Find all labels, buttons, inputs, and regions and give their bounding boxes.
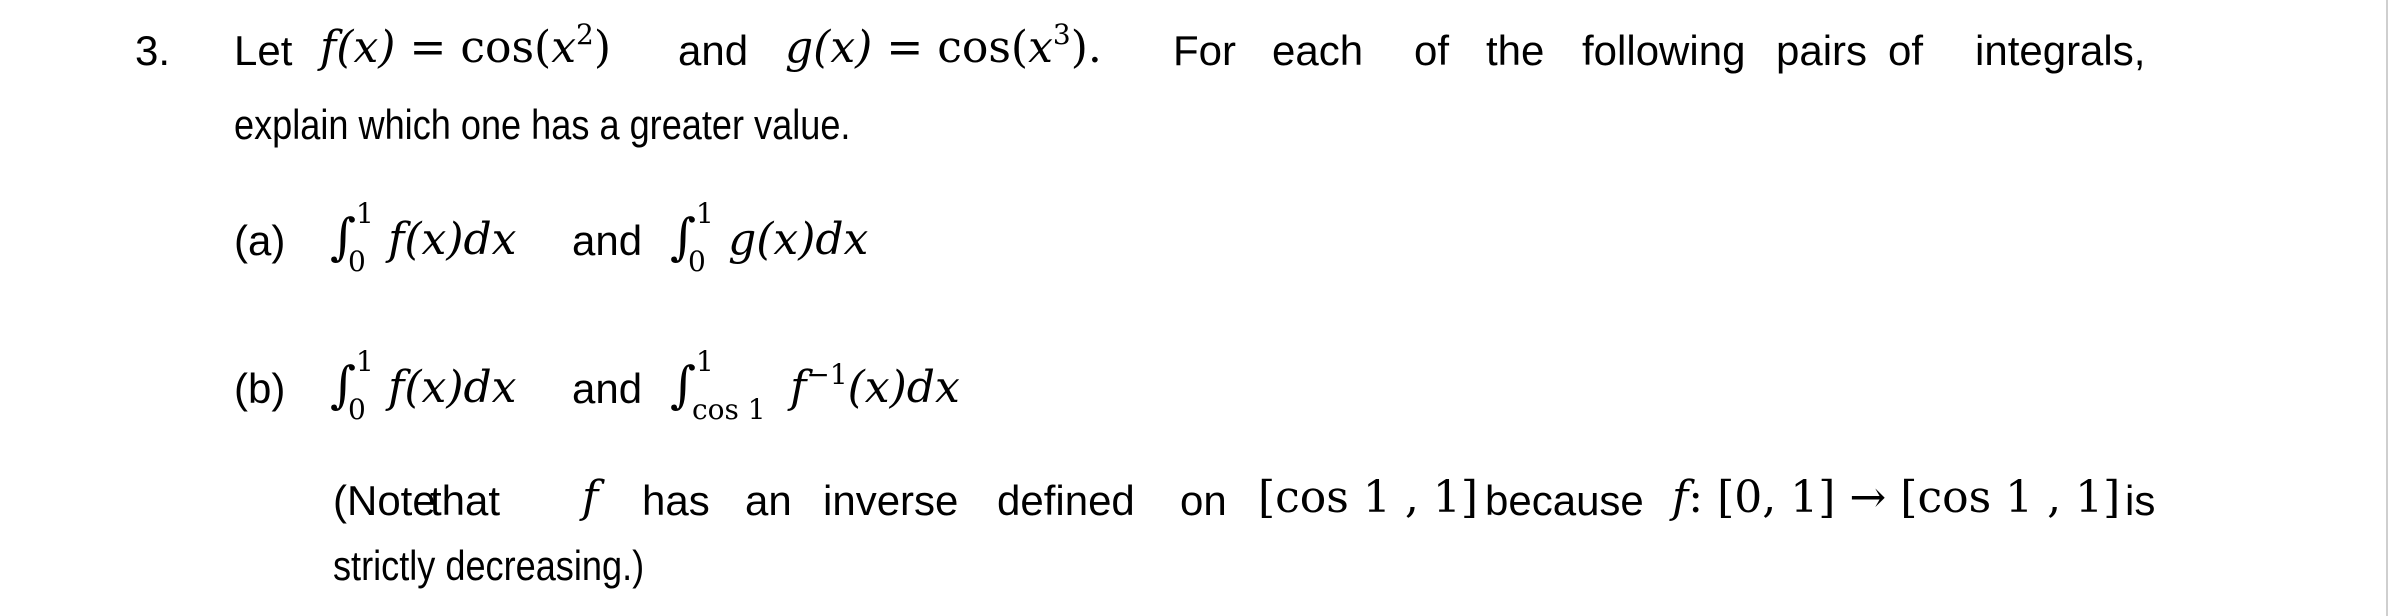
word: For — [1173, 27, 1236, 74]
exponent: 3 — [1052, 18, 1071, 51]
exponent: 2 — [576, 18, 594, 51]
part-b-label: (b) — [234, 365, 286, 412]
word: that — [430, 477, 501, 524]
integral-sign-icon: ∫ 1 0 — [330, 345, 374, 426]
part-a-left-integral: ∫ 1 0 f(x)dx — [330, 197, 517, 278]
and-word: and — [678, 27, 749, 74]
word: on — [1180, 477, 1227, 524]
upper-limit: 1 — [356, 197, 374, 230]
word: of — [1888, 27, 1924, 74]
word: each — [1272, 27, 1364, 74]
g-definition: g(x) = cos(x3). — [785, 18, 1102, 73]
interval-1: [cos 1 , 1] — [1258, 472, 1478, 523]
g-lhs: g(x) — [785, 22, 873, 73]
word: because — [1485, 477, 1644, 524]
note-line-2-text: strictly decreasing.) — [333, 542, 645, 589]
integral-sign-icon: ∫ 1 cos 1 — [670, 345, 766, 426]
period: . — [1087, 22, 1102, 73]
and-word: and — [572, 365, 643, 412]
let-word: Let — [234, 27, 293, 74]
part-a-right-integral: ∫ 1 0 g(x)dx — [670, 197, 869, 278]
document-page: 3. Let f(x) = cos(x2) and g(x) = cos(x3)… — [0, 0, 2388, 616]
word: following — [1582, 27, 1746, 74]
integral-sign-icon: ∫ 1 0 — [330, 197, 374, 278]
word: an — [745, 477, 792, 524]
lower-limit: 0 — [688, 245, 706, 278]
equals-sign: = — [409, 22, 447, 73]
part-b-left-integral: ∫ 1 0 f(x)dx — [330, 345, 517, 426]
integrand: g(x)dx — [728, 214, 869, 265]
intro-line-2-text: explain which one has a greater value. — [234, 101, 851, 148]
upper-limit: 1 — [356, 345, 374, 378]
note-line-2: strictly decreasing.) — [333, 545, 695, 587]
lower-limit: 0 — [348, 245, 366, 278]
inverse-exponent: −1 — [806, 358, 848, 391]
integrand-func: f — [790, 362, 807, 413]
lower-limit: cos 1 — [692, 393, 766, 426]
integral-sign-icon: ∫ 1 0 — [670, 197, 714, 278]
part-b-right-integral: ∫ 1 cos 1 f−1(x)dx — [670, 345, 960, 426]
and-word: and — [572, 217, 643, 264]
word: of — [1414, 27, 1450, 74]
integrand: f(x)dx — [388, 214, 517, 265]
integrand: f(x)dx — [388, 362, 517, 413]
cos-arg: x — [1028, 22, 1053, 73]
cos-func: cos — [937, 22, 1011, 73]
word: integrals, — [1975, 27, 2146, 74]
word: inverse — [823, 477, 959, 524]
equals-sign: = — [886, 22, 924, 73]
problem-number: 3. — [135, 27, 171, 74]
lower-limit: 0 — [348, 393, 366, 426]
word: pairs — [1776, 27, 1868, 74]
word: is — [2125, 477, 2156, 524]
upper-limit: 1 — [696, 345, 714, 378]
integrand-rest: (x)dx — [847, 362, 960, 413]
cos-arg: x — [551, 22, 577, 73]
intro-line-2: explain which one has a greater value. — [234, 104, 951, 146]
word: defined — [997, 477, 1135, 524]
f-definition: f(x) = cos(x2) — [320, 18, 612, 73]
word: (Note — [333, 477, 436, 524]
cos-func: cos — [460, 22, 535, 73]
upper-limit: 1 — [696, 197, 714, 230]
note-f: f — [582, 472, 599, 523]
map-f: f — [1672, 472, 1689, 523]
map-domain: : [0, 1] — [1688, 472, 1836, 523]
part-a-label: (a) — [234, 217, 286, 264]
word: the — [1486, 27, 1545, 74]
word: has — [642, 477, 710, 524]
interval-2: [cos 1 , 1] — [1900, 472, 2121, 523]
arrow-icon: → — [1849, 472, 1887, 523]
f-lhs: f(x) — [320, 22, 396, 73]
mapping: f: [0, 1] → [cos 1 , 1] — [1672, 476, 2120, 520]
